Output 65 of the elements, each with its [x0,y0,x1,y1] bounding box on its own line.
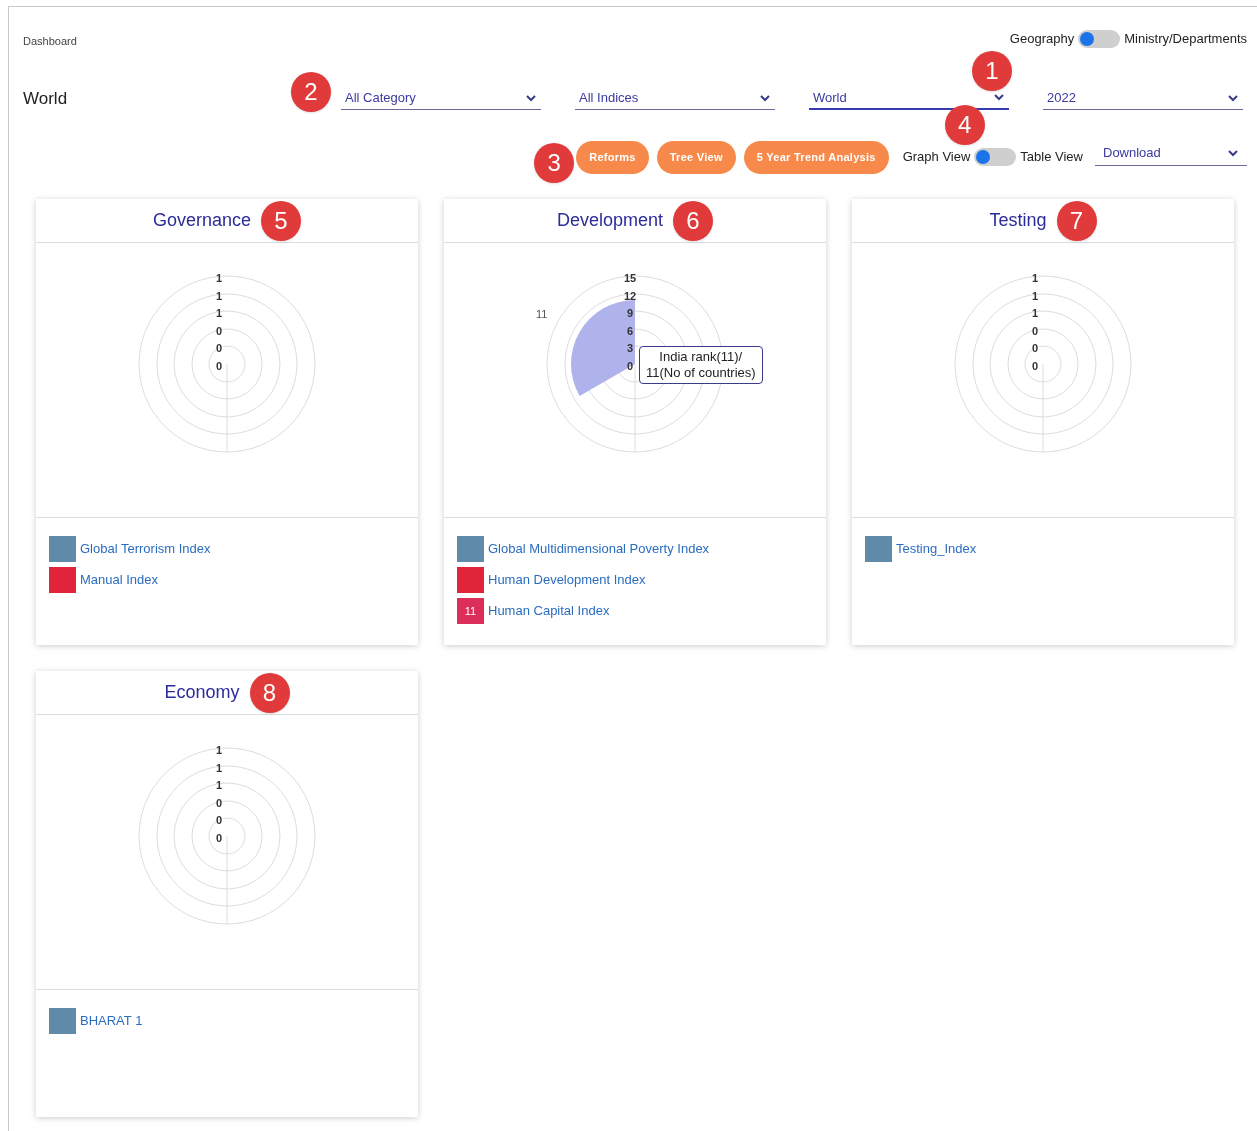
number-marker: 4 [944,105,985,146]
chevron-icon [525,93,537,102]
card-title: Development [556,209,664,232]
axis-tick-label: 1 [1032,271,1039,286]
filter-dropdown[interactable]: All Indices [575,86,775,111]
axis-tick-label: 1 [216,271,223,286]
axis-tick-label: 0 [216,341,223,356]
axis-tick-label: 15 [624,271,637,286]
axis-tick-label: 1 [216,743,223,758]
toggle-label: Ministry/Departments [1124,30,1247,48]
toggle-switch[interactable] [1078,29,1121,48]
card-title: Governance [152,209,252,232]
axis-tick-label: 0 [216,358,223,374]
axis-tick-label: 0 [1032,323,1039,339]
number-marker: 2 [291,71,331,112]
axis-tick-label: 6 [627,323,634,339]
number-marker: 8 [249,672,290,713]
legend-link[interactable]: Global Terrorism Index [80,539,211,559]
axis-tick-label: 1 [216,306,223,321]
axis-tick-label: 1 [1032,288,1039,304]
toggle-switch[interactable] [974,148,1017,166]
filter-dropdown[interactable]: All Category [341,86,541,111]
card-title: Testing [989,209,1047,232]
axis-tick-label: 1 [1032,306,1039,321]
breadcrumb[interactable]: Dashboard [23,33,77,50]
chevron-icon [993,93,1005,102]
legend-link[interactable]: Human Capital Index [488,601,610,621]
tooltip-text: India rank(11)/ [659,349,743,365]
number-marker: 7 [1056,200,1097,241]
download-dropdown[interactable]: Download [1095,140,1247,166]
legend-link[interactable]: Global Multidimensional Poverty Index [488,539,710,559]
axis-tick-label: 1 [216,778,223,793]
axis-tick-label: 1 [216,288,223,304]
chevron-icon [759,93,771,102]
axis-tick-label: 0 [216,830,223,846]
chevron-icon [1227,148,1239,157]
filter-dropdown[interactable]: 2022 [1043,86,1243,111]
axis-tick-label: 9 [627,306,634,321]
chart-sector[interactable] [571,300,635,396]
axis-tick-label: 0 [216,813,223,828]
legend-swatch: 11 [457,598,484,624]
tooltip-text: 11(No of countries) [646,365,756,381]
axis-tick-label: 3 [627,341,634,356]
page-title: World [23,88,68,108]
number-marker: 1 [971,51,1012,91]
axis-tick-label: 0 [1032,341,1039,356]
axis-tick-label: 0 [627,358,634,374]
legend-link[interactable]: Testing_Index [896,539,977,559]
axis-tick-label: 0 [216,323,223,339]
number-marker: 6 [673,200,714,241]
legend-link[interactable]: Human Development Index [488,570,646,590]
sector-label: 11 [536,307,548,322]
toggle-label: Table View [1020,148,1083,167]
legend-link[interactable]: BHARAT 1 [80,1011,143,1031]
card-title: Economy [164,681,240,704]
axis-tick-label: 0 [1032,358,1039,374]
axis-tick-label: 0 [216,795,223,811]
axis-tick-label: 1 [216,760,223,776]
number-marker: 5 [261,200,302,241]
axis-tick-label: 12 [624,288,637,304]
toggle-label: Graph View [902,148,971,167]
number-marker: 3 [534,143,575,183]
chevron-icon [1227,93,1239,102]
toggle-label: Geography [1009,30,1075,48]
legend-link[interactable]: Manual Index [80,570,159,590]
